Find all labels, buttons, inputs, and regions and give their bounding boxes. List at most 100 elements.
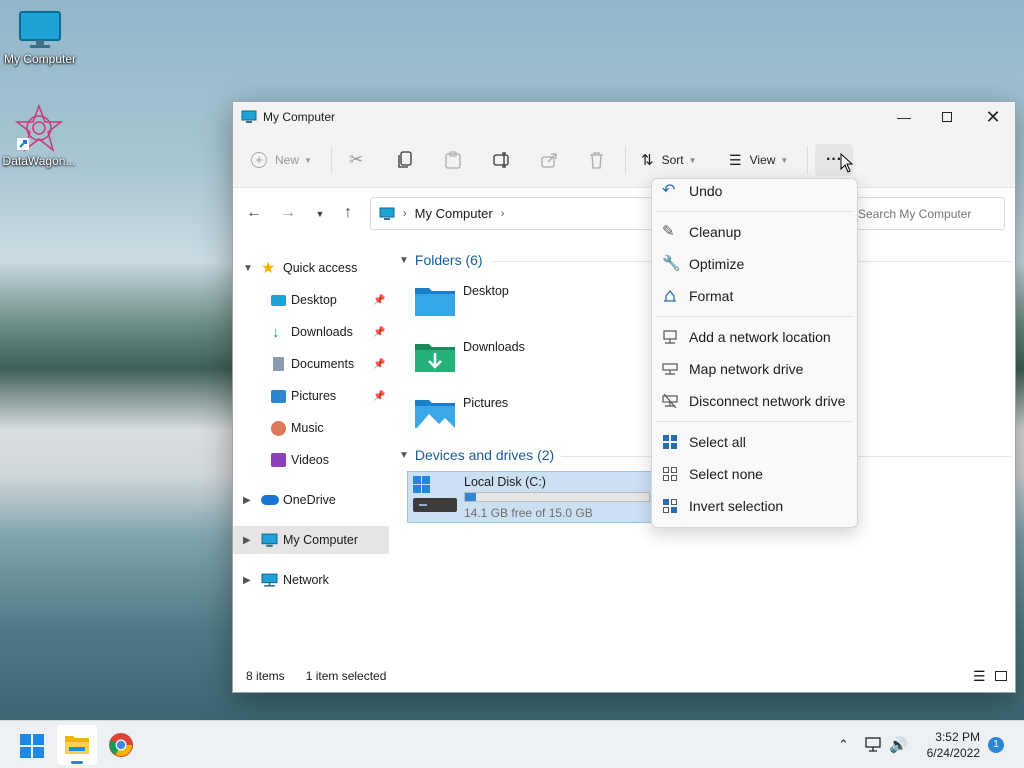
recent-locations-button[interactable]: ▼ <box>309 209 331 219</box>
view-button[interactable]: ☰ View ▼ <box>729 144 788 176</box>
volume-icon[interactable]: 🔊 <box>889 721 908 768</box>
sidebar-item-label: Documents <box>291 357 355 371</box>
sidebar-item-label: Pictures <box>291 389 337 403</box>
clock[interactable]: 3:52 PM 6/24/2022 <box>918 729 980 761</box>
cut-button[interactable]: ✂ <box>349 144 363 176</box>
menu-item-label: Add a network location <box>689 329 831 345</box>
menu-item-invert-selection[interactable]: Invert selection <box>652 491 857 521</box>
menu-item-cleanup[interactable]: ✎ Cleanup <box>652 217 857 247</box>
breadcrumb-my-computer[interactable]: My Computer <box>415 206 493 221</box>
delete-button[interactable] <box>589 144 604 176</box>
undo-icon: ↶ <box>662 182 676 199</box>
details-view-icon[interactable]: ☰ <box>973 668 986 685</box>
cloud-icon <box>261 495 279 505</box>
menu-item-add-network-location[interactable]: Add a network location <box>652 322 857 352</box>
close-button[interactable]: ✕ <box>970 102 1016 132</box>
menu-item-select-all[interactable]: Select all <box>652 427 857 457</box>
paste-button[interactable] <box>445 144 461 176</box>
taskbar-chrome-button[interactable] <box>108 732 134 761</box>
menu-item-disconnect-network-drive[interactable]: Disconnect network drive <box>652 386 857 416</box>
up-button[interactable]: ↑ <box>337 204 359 222</box>
chevron-down-icon: ▼ <box>399 254 409 266</box>
menu-separator <box>656 421 853 422</box>
view-label: View <box>749 153 776 167</box>
folder-item-desktop[interactable]: Desktop <box>413 284 509 324</box>
file-explorer-icon <box>65 736 89 754</box>
pin-icon: 📌 <box>373 390 386 402</box>
sidebar-item-documents[interactable]: Documents 📌 <box>233 350 389 378</box>
menu-item-select-none[interactable]: Select none <box>652 459 857 489</box>
sidebar-item-videos[interactable]: Videos <box>233 446 389 474</box>
tiles-view-icon[interactable] <box>995 671 1007 681</box>
sidebar-item-label: Videos <box>291 453 329 467</box>
drive-usage-bar <box>464 492 650 502</box>
notification-badge[interactable]: 1 <box>988 737 1004 753</box>
sidebar-item-label: Music <box>291 421 324 435</box>
back-button[interactable]: ← <box>243 204 265 222</box>
rename-button[interactable] <box>493 144 511 176</box>
show-hidden-icons-button[interactable]: ⌃ <box>838 721 849 768</box>
menu-item-label: Select none <box>689 466 763 482</box>
windows-start-icon[interactable] <box>20 734 44 758</box>
chrome-icon <box>109 733 133 757</box>
pin-icon: 📌 <box>373 326 386 338</box>
new-button[interactable]: + New ▼ <box>251 144 312 176</box>
address-bar[interactable]: › My Computer › <box>370 197 656 230</box>
sidebar-item-my-computer[interactable]: ▶ My Computer <box>233 526 389 554</box>
star-icon: ★ <box>261 260 276 277</box>
close-icon: ✕ <box>985 106 1001 127</box>
devices-group-header[interactable]: ▼ Devices and drives (2) <box>399 447 554 463</box>
sidebar-item-downloads[interactable]: ↓ Downloads 📌 <box>233 318 389 346</box>
sort-button[interactable]: ⇅ Sort ▼ <box>641 144 697 176</box>
folder-name: Desktop <box>463 284 509 298</box>
breadcrumb-separator-icon: › <box>403 207 407 220</box>
datawagon-logo-icon <box>15 104 63 152</box>
brush-icon: ✎ <box>662 223 675 240</box>
minimize-button[interactable]: — <box>881 102 927 132</box>
forward-button[interactable]: → <box>277 204 299 222</box>
folder-item-downloads[interactable]: Downloads <box>413 340 525 380</box>
menu-item-label: Disconnect network drive <box>689 393 846 409</box>
copy-button[interactable] <box>398 144 414 176</box>
sidebar-item-onedrive[interactable]: ▶ OneDrive <box>233 486 389 514</box>
sidebar-item-quick-access[interactable]: ▼ ★ Quick access <box>233 254 389 282</box>
videos-icon <box>271 453 286 467</box>
menu-separator <box>656 316 853 317</box>
sidebar-item-pictures[interactable]: Pictures 📌 <box>233 382 389 410</box>
taskbar: ⌃ 🔊 3:52 PM 6/24/2022 1 <box>0 720 1024 768</box>
monitor-icon <box>241 110 257 123</box>
downloads-folder-icon <box>415 344 455 372</box>
menu-item-format[interactable]: Format <box>652 281 857 311</box>
drive-item-local-disk[interactable]: Local Disk (C:) 14.1 GB free of 15.0 GB <box>407 471 653 523</box>
search-input[interactable]: Search My Computer <box>841 197 1005 230</box>
sidebar-item-desktop[interactable]: Desktop 📌 <box>233 286 389 314</box>
view-icon: ☰ <box>729 151 742 168</box>
title-bar[interactable]: My Computer — ✕ <box>233 102 1015 132</box>
chevron-right-icon: ▶ <box>243 494 251 506</box>
maximize-button[interactable] <box>924 102 970 132</box>
desktop-icon-my-computer[interactable]: My Computer <box>0 10 80 66</box>
menu-item-undo[interactable]: ↶ Undo <box>652 176 857 206</box>
address-row: ← → ▼ ↑ › My Computer › Search My Comput… <box>233 188 1015 242</box>
invert-selection-icon <box>663 499 677 513</box>
network-status-icon[interactable] <box>865 737 883 753</box>
menu-item-optimize[interactable]: 🔧 Optimize <box>652 249 857 279</box>
new-label: New <box>275 153 300 167</box>
notification-count: 1 <box>993 739 999 750</box>
taskbar-file-explorer-button[interactable] <box>57 725 97 765</box>
menu-item-map-network-drive[interactable]: Map network drive <box>652 354 857 384</box>
paste-icon <box>445 151 461 169</box>
pictures-icon <box>271 389 286 403</box>
desktop-icon-datawagon[interactable]: DataWagon... <box>0 104 79 168</box>
item-count: 8 items <box>246 669 285 683</box>
sidebar-item-music[interactable]: Music <box>233 414 389 442</box>
group-header-label: Folders (6) <box>414 252 483 268</box>
share-button[interactable] <box>541 144 558 176</box>
folder-item-pictures[interactable]: Pictures <box>413 396 508 436</box>
menu-item-label: Format <box>689 288 734 304</box>
folders-group-header[interactable]: ▼ Folders (6) <box>399 252 483 268</box>
sidebar-item-network[interactable]: ▶ Network <box>233 566 389 594</box>
folder-name: Downloads <box>463 340 525 354</box>
search-placeholder: Search My Computer <box>858 206 972 221</box>
desktop-icon-label: DataWagon... <box>2 154 76 168</box>
